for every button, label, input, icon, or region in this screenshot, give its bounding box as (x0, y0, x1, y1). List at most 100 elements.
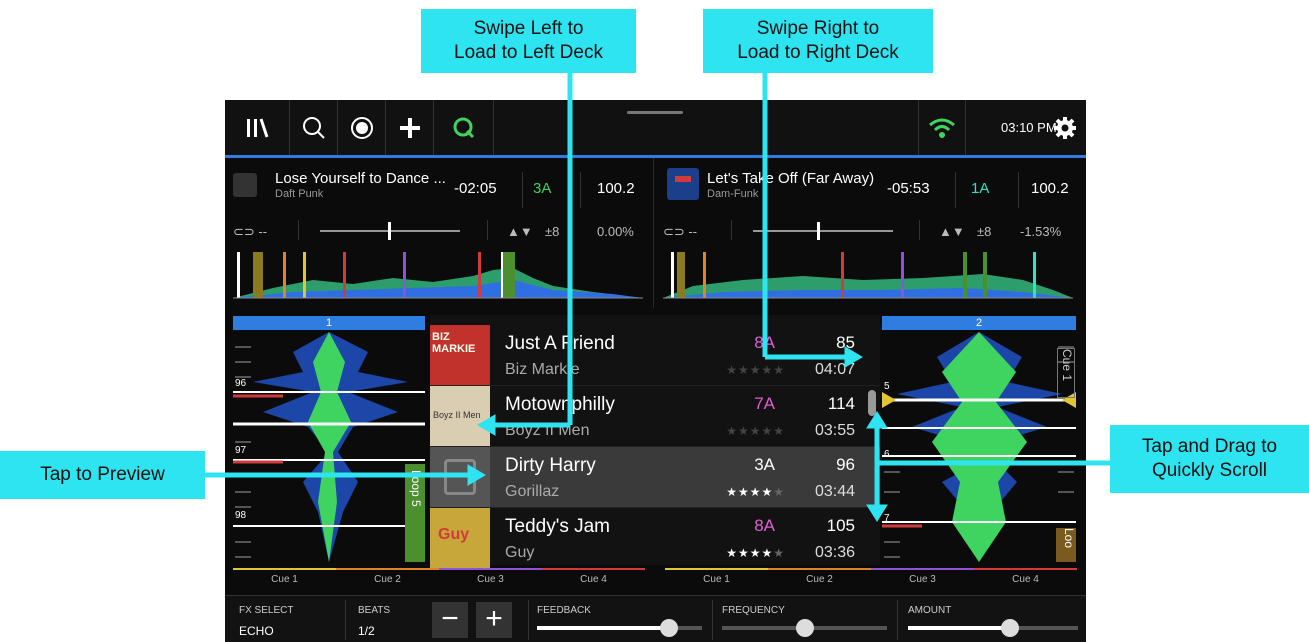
track-duration: 03:55 (814, 422, 855, 439)
deck-left-artwork (233, 173, 257, 197)
deck-right-artwork (667, 168, 699, 200)
callout-tap-preview: Tap to Preview (0, 451, 205, 499)
art-caption: BIZ MARKIE (432, 331, 476, 355)
amount-knob[interactable] (1001, 619, 1019, 637)
deck-right-pitch-marker (817, 222, 820, 240)
frequency-fill (722, 626, 805, 630)
deck-right-key: 1A (971, 180, 990, 197)
loop-label: Loo (1062, 528, 1076, 549)
track-artist: Biz Markie (505, 361, 580, 378)
track-key: 8A (754, 333, 775, 352)
wifi-icon[interactable] (918, 100, 966, 155)
fx-panel: FX SELECT ECHO BEATS 1/2 − + FEEDBACK FR… (225, 595, 1086, 642)
album-art: Boyz II Men (430, 386, 490, 446)
deck-right-scrolling-waveform[interactable] (882, 332, 1076, 562)
nudge-icon[interactable]: ▲▼ (507, 224, 533, 239)
frequency-slider[interactable] (722, 619, 887, 637)
nudge-icon[interactable]: ▲▼ (939, 224, 965, 239)
cue-2-button[interactable]: Cue 2 (336, 574, 439, 585)
library-icon[interactable] (225, 100, 290, 155)
track-key: 7A (754, 394, 775, 413)
frequency-knob[interactable] (795, 619, 814, 637)
track-rating[interactable]: ★★★★★ (726, 546, 785, 560)
gear-icon[interactable] (1045, 100, 1085, 155)
feedback-knob[interactable] (660, 619, 678, 637)
beats-label: BEATS (358, 605, 391, 616)
deck-right-loop-value: -- (688, 224, 698, 239)
deck-right-pitch: -1.53% (1020, 224, 1062, 239)
loop-icon: ⊂⊃ (663, 224, 689, 239)
search-icon[interactable] (290, 100, 338, 155)
deck-left[interactable]: Lose Yourself to Dance ... Daft Punk -02… (225, 158, 653, 308)
track-bpm: 114 (827, 394, 855, 413)
amount-fill (908, 626, 1010, 630)
track-key: 8A (754, 516, 775, 535)
split-icon[interactable] (386, 100, 434, 155)
deck-right-pitch-bar[interactable] (753, 230, 893, 232)
deck-left-remaining: -02:05 (454, 180, 497, 197)
beat-marker: 97 (235, 445, 247, 456)
callout-swipe-right: Swipe Right to Load to Right Deck (703, 9, 933, 73)
library-row[interactable]: BIZ MARKIE Just A Friend Biz Markie 8A 8… (430, 325, 880, 386)
callout-swipe-left-line2: Load to Left Deck (454, 42, 603, 63)
amount-slider[interactable] (908, 619, 1078, 637)
deck-left-artist: Daft Punk (275, 188, 324, 200)
beat-marker: 5 (884, 381, 890, 392)
beat-marker: 6 (884, 449, 890, 460)
deck-left-waveform[interactable] (233, 250, 648, 300)
sync-icon[interactable] (434, 100, 494, 155)
cue-3-button[interactable]: Cue 3 (439, 574, 542, 585)
callout-swipe-right-line1: Swipe Right to (756, 18, 880, 39)
album-art: BIZ MARKIE (430, 325, 490, 385)
record-icon[interactable] (338, 100, 386, 155)
deck-right-bpm: 100.2 (1031, 180, 1069, 197)
deck-right-waveform[interactable] (663, 250, 1078, 300)
deck-left-loop[interactable]: ⊂⊃ -- (233, 224, 267, 240)
library-row[interactable]: Guy Teddy's Jam Guy 8A 105 ★★★★★ 03:36 (430, 508, 880, 569)
cue-label: Cue 1 (1057, 348, 1075, 398)
feedback-slider[interactable] (537, 619, 702, 637)
callout-swipe-left: Swipe Left to Load to Left Deck (421, 9, 636, 73)
deck-right-artist: Dam-Funk (707, 188, 759, 200)
deck-left-loop-value: -- (258, 224, 268, 239)
deck-right-remaining: -05:53 (887, 180, 930, 197)
callout-tap-drag: Tap and Drag to Quickly Scroll (1110, 425, 1309, 493)
beats-minus-button[interactable]: − (432, 602, 468, 638)
track-rating[interactable]: ★★★★★ (726, 363, 785, 377)
feedback-fill (537, 626, 669, 630)
deck-left-scrolling-waveform[interactable] (233, 332, 425, 562)
track-rating[interactable]: ★★★★★ (726, 424, 785, 438)
art-caption: Guy (438, 526, 470, 543)
track-duration: 04:07 (814, 361, 855, 378)
beats-plus-button[interactable]: + (476, 602, 512, 638)
deck-right-loop[interactable]: ⊂⊃ -- (663, 224, 697, 240)
track-artist: Gorillaz (505, 483, 560, 500)
cue-2-button[interactable]: Cue 2 (768, 574, 871, 585)
cue-1-button[interactable]: Cue 1 (233, 574, 336, 585)
library-row[interactable]: Boyz II Men Motownphilly Boyz II Men 7A … (430, 386, 880, 447)
cue-1-button[interactable]: Cue 1 (665, 574, 768, 585)
track-bpm: 85 (836, 333, 855, 352)
loop-icon: ⊂⊃ (233, 224, 259, 239)
cue-4-button[interactable]: Cue 4 (974, 574, 1077, 585)
album-art (430, 447, 490, 507)
track-artist: Boyz II Men (505, 422, 590, 439)
panel-handle[interactable] (627, 111, 683, 114)
library-row-selected[interactable]: Dirty Harry Gorillaz 3A 96 ★★★★★ 03:44 (430, 447, 880, 508)
deck-right[interactable]: Let's Take Off (Far Away) Dam-Funk -05:5… (655, 158, 1086, 308)
art-caption: Boyz II Men (433, 410, 481, 420)
library-scrollbar[interactable] (868, 390, 876, 416)
track-title: Just A Friend (505, 333, 615, 354)
amount-label: AMOUNT (908, 605, 952, 616)
track-duration: 03:44 (814, 483, 855, 500)
cue-4-button[interactable]: Cue 4 (542, 574, 645, 585)
callout-swipe-left-line1: Swipe Left to (473, 18, 584, 39)
track-bpm: 96 (836, 455, 855, 474)
cue-3-button[interactable]: Cue 3 (871, 574, 974, 585)
fx-select-value[interactable]: ECHO (239, 624, 274, 638)
track-rating[interactable]: ★★★★★ (726, 485, 785, 499)
deck-left-title: Lose Yourself to Dance ... (275, 170, 446, 187)
library-list[interactable]: BIZ MARKIE Just A Friend Biz Markie 8A 8… (430, 315, 880, 568)
deck-left-range: ±8 (545, 224, 560, 239)
deck-right-title: Let's Take Off (Far Away) (707, 170, 875, 187)
